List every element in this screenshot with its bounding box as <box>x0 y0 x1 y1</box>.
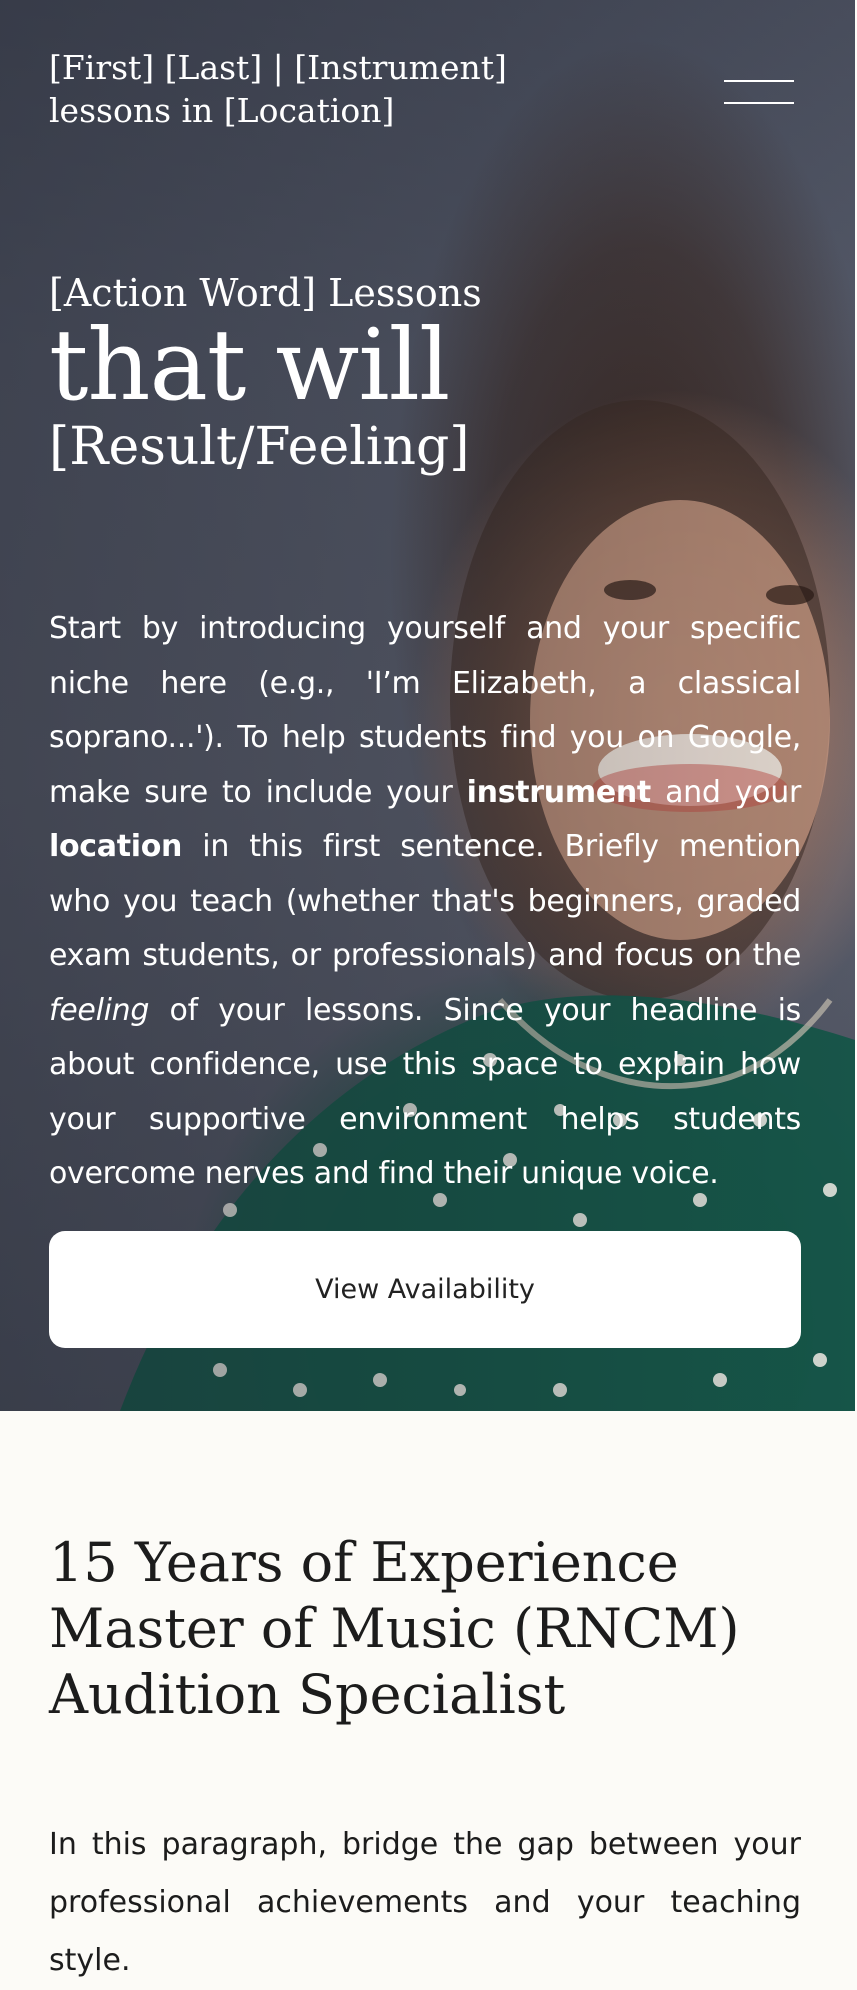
intro-emphasis-location: location <box>49 829 183 864</box>
site-title[interactable]: [First] [Last] | [Instrument] lessons in… <box>49 46 609 132</box>
intro-text-part: of your lessons. Since your headline is … <box>49 992 801 1192</box>
intro-emphasis-instrument: instrument <box>466 774 652 810</box>
intro-text-part: and your <box>650 774 801 810</box>
credential-specialty: Audition Specialist <box>49 1663 566 1726</box>
about-paragraph: In this paragraph, bridge the gap betwee… <box>49 1827 801 1978</box>
intro-emphasis-feeling: feeling <box>49 992 150 1028</box>
headline-line-3: [Result/Feeling] <box>49 417 470 477</box>
headline-line-2: that will <box>49 309 450 423</box>
hero-section: [First] [Last] | [Instrument] lessons in… <box>0 0 855 1411</box>
credential-degree: Master of Music (RNCM) <box>49 1597 740 1660</box>
menu-button[interactable] <box>720 72 794 112</box>
credential-experience: 15 Years of Experience <box>49 1531 679 1594</box>
hero-headline: [Action Word] Lessons that will [Result/… <box>49 268 482 480</box>
view-availability-button[interactable]: View Availability <box>49 1231 801 1348</box>
credentials-heading: 15 Years of Experience Master of Music (… <box>49 1530 740 1728</box>
hero-intro-text: Start by introducing yourself and your s… <box>49 602 801 1202</box>
